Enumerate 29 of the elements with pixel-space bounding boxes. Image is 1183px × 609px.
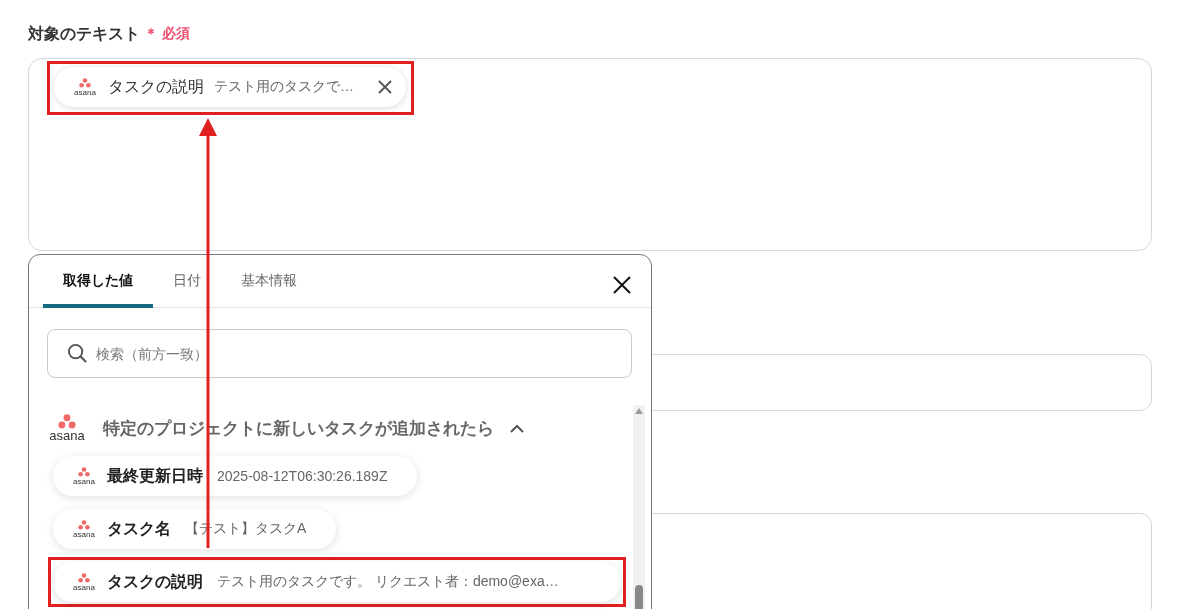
chevron-up-icon[interactable] [510, 423, 524, 433]
variable-chip[interactable]: asana タスクの説明 テスト用のタスクで… [54, 67, 406, 107]
tab[interactable]: 基本情報 [221, 272, 317, 308]
close-icon[interactable] [612, 275, 632, 295]
asana-logo: asana [71, 519, 97, 539]
item-value: テスト用のタスクです。 リクエスト者：demo@exa… [216, 573, 559, 591]
item-value: 2025-08-12T06:30:26.189Z [216, 468, 388, 484]
scrollbar-thumb[interactable] [635, 585, 643, 609]
item-name: タスクの説明 [107, 571, 203, 592]
scrollbar[interactable] [633, 405, 645, 609]
value-item[interactable]: asana タスクの説明 テスト用のタスクです。 リクエスト者：demo@exa… [53, 562, 621, 602]
asana-logo: asana [47, 413, 87, 443]
chip-value: テスト用のタスクで… [214, 78, 355, 96]
field-label: 対象のテキスト [28, 23, 140, 44]
close-icon[interactable] [378, 80, 392, 94]
required-label: 必須 [162, 25, 190, 43]
item-name: 最終更新日時 [107, 465, 203, 486]
value-item[interactable]: asana 最終更新日時 2025-08-12T06:30:26.189Z [53, 456, 418, 496]
tab[interactable]: 取得した値 [43, 272, 153, 308]
required-mark: ＊ [144, 25, 158, 43]
tab[interactable]: 日付 [153, 272, 221, 308]
search-icon [67, 343, 88, 364]
asana-logo: asana [71, 572, 97, 592]
chip-name: タスクの説明 [108, 76, 204, 97]
search-field[interactable]: 検索（前方一致） [47, 329, 632, 378]
asana-logo: asana [72, 77, 98, 97]
item-name: タスク名 [107, 518, 171, 539]
asana-logo: asana [71, 466, 97, 486]
text-input-area[interactable]: asana タスクの説明 テスト用のタスクで… [28, 58, 1152, 251]
